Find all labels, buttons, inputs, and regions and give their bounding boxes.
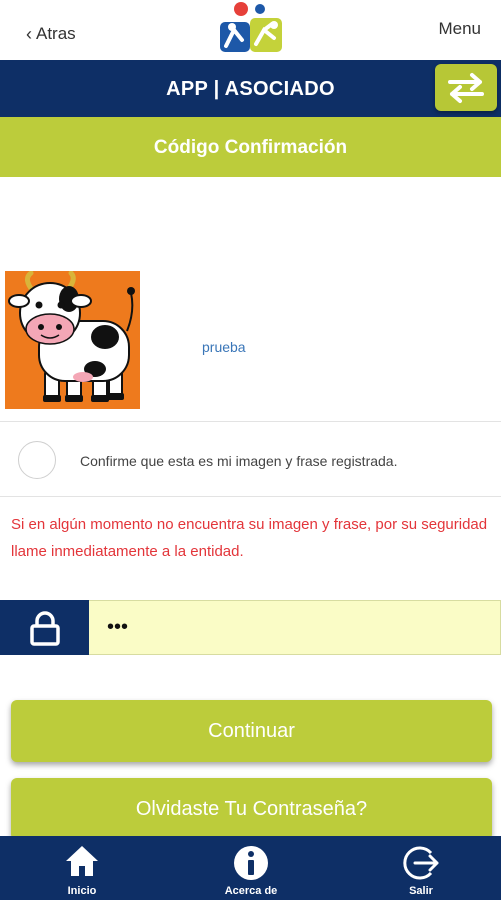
back-label: Atras [36, 24, 76, 43]
chevron-left-icon: ‹ [26, 24, 32, 44]
page-title: APP | ASOCIADO [166, 78, 335, 100]
app-logo [220, 2, 282, 52]
top-bar: ‹ Atras Menu [0, 0, 501, 60]
confirm-radio[interactable] [18, 441, 56, 479]
nav-label: Salir [409, 885, 433, 897]
info-icon [234, 846, 268, 880]
continue-button[interactable]: Continuar [11, 700, 492, 762]
security-warning: Si en algún momento no encuentra su imag… [11, 516, 488, 560]
swap-button[interactable] [435, 64, 497, 111]
logout-icon [403, 846, 439, 880]
lock-icon [29, 610, 60, 646]
confirm-label: Confirme que esta es mi imagen y frase r… [80, 453, 398, 469]
bottom-nav: Inicio Acerca de Salir [0, 836, 501, 900]
nav-item-inicio[interactable]: Inicio [22, 836, 142, 900]
page-subtitle: Código Confirmación [153, 137, 348, 158]
nav-label: Inicio [67, 885, 97, 897]
nav-item-acerca[interactable]: Acerca de [191, 836, 311, 900]
security-phrase: prueba [202, 339, 246, 355]
divider [0, 496, 501, 497]
lock-icon-box [0, 600, 89, 655]
back-button[interactable]: ‹ Atras [26, 24, 76, 44]
password-row [0, 600, 501, 655]
menu-button[interactable]: Menu [438, 19, 481, 39]
forgot-password-button[interactable]: Olvidaste Tu Contraseña? [11, 778, 492, 840]
nav-label: Acerca de [224, 885, 278, 897]
subtitle-bar: Código Confirmación [0, 117, 501, 177]
title-bar: APP | ASOCIADO [0, 60, 501, 117]
security-image [5, 271, 140, 409]
password-input[interactable] [89, 600, 501, 655]
home-icon [66, 846, 98, 876]
nav-item-salir[interactable]: Salir [361, 836, 481, 900]
divider [0, 421, 501, 422]
swap-arrows-icon [448, 72, 484, 103]
